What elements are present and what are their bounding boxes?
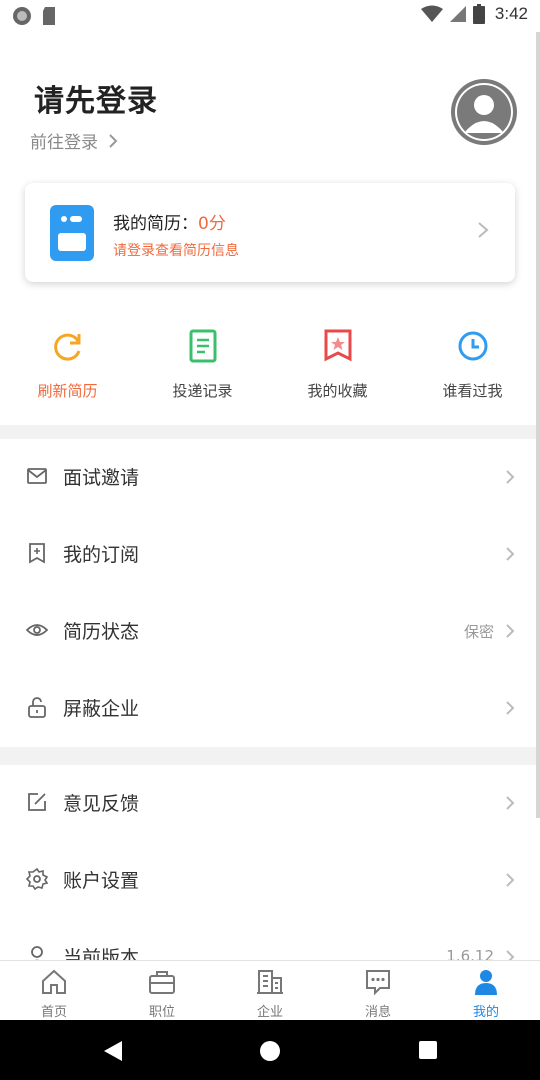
chevron-right-icon [506,873,515,887]
chevron-right-icon [506,624,515,638]
page-title: 请先登录 [34,84,158,119]
recents-icon[interactable] [418,1040,438,1060]
menu-feedback[interactable]: 意见反馈 [0,765,540,842]
menu-label: 面试邀请 [63,467,140,489]
briefcase-icon [149,971,175,994]
menu-label: 账户设置 [63,870,140,892]
tab-label: 我的 [472,1005,499,1020]
sd-card-icon [43,7,55,25]
mail-icon [27,468,47,484]
clock-icon [458,331,487,361]
quick-refresh-resume[interactable]: 刷新简历 [0,326,135,406]
menu-my-subscriptions[interactable]: 我的订阅 [0,516,540,593]
status-bar: 3:42 [0,0,540,32]
record-status-icon [13,7,31,25]
menu-label: 意见反馈 [63,793,140,815]
battery-icon [472,4,485,24]
quick-my-favorites[interactable]: 我的收藏 [270,326,405,406]
menu-label: 屏蔽企业 [63,698,140,720]
quick-label: 刷新简历 [37,382,98,400]
tab-label: 职位 [148,1005,175,1020]
message-icon [366,970,390,996]
tab-label: 企业 [256,1005,283,1020]
person-icon [475,970,497,995]
edit-icon [28,793,46,811]
menu-resume-status[interactable]: 简历状态 保密 [0,593,540,670]
back-icon[interactable] [102,1040,124,1062]
eye-icon [26,624,48,636]
go-login-label: 前往登录 [30,133,98,153]
unlock-icon [28,697,46,718]
signal-icon [449,6,466,22]
resume-card[interactable]: 我的简历：0分 请登录查看简历信息 [25,183,515,282]
resume-subtitle: 请登录查看简历信息 [113,243,239,259]
section-divider [0,747,540,765]
chevron-right-icon [506,796,515,810]
system-nav-bar [0,1020,540,1080]
tab-messages[interactable]: 消息 [324,961,432,1020]
section-divider [0,425,540,439]
chevron-right-icon [506,547,515,561]
bookmark-plus-icon [29,543,45,564]
resume-title-label: 我的简历： [113,214,198,234]
avatar[interactable] [451,79,517,145]
go-login-link[interactable]: 前往登录 [30,128,118,153]
quick-label: 谁看过我 [442,382,503,400]
resume-title: 我的简历：0分 [113,209,226,234]
building-icon [257,970,283,994]
tab-label: 首页 [40,1005,67,1020]
default-avatar-icon [452,80,516,144]
quick-who-viewed-me[interactable]: 谁看过我 [405,326,540,406]
chevron-right-icon [478,222,489,238]
bottom-tab-bar: 首页 职位 企业 消息 我的 [0,960,540,1020]
resume-status-value: 保密 [463,623,494,641]
refresh-icon [53,333,80,361]
tab-jobs[interactable]: 职位 [108,961,216,1020]
menu-account-settings[interactable]: 账户设置 [0,842,540,919]
tab-home[interactable]: 首页 [0,961,108,1020]
menu-label: 我的订阅 [63,544,140,566]
quick-delivery-record[interactable]: 投递记录 [135,326,270,406]
scrollbar[interactable] [536,32,540,818]
tab-label: 消息 [364,1005,391,1020]
chevron-right-icon [109,133,118,148]
chevron-right-icon [506,701,515,715]
quick-actions: 刷新简历 投递记录 我的收藏 谁看过我 [0,326,540,406]
bookmark-star-icon [324,329,351,362]
profile-screen: 3:42 请先登录 前往登录 我的简历：0分 请登录查看简历信息 刷新简历 投递… [0,0,540,1080]
tab-mine[interactable]: 我的 [432,961,540,1020]
document-icon [189,329,216,363]
quick-label: 投递记录 [172,382,233,400]
tab-companies[interactable]: 企业 [216,961,324,1020]
gear-icon [26,868,48,890]
clock: 3:42 [494,4,528,23]
chevron-right-icon [506,470,515,484]
wifi-icon [420,5,443,22]
menu-interview-invites[interactable]: 面试邀请 [0,439,540,516]
resume-icon [50,205,94,261]
home-nav-icon[interactable] [259,1040,281,1062]
quick-label: 我的收藏 [307,382,368,400]
menu-label: 简历状态 [63,621,140,643]
home-icon [42,969,66,994]
menu-block-companies[interactable]: 屏蔽企业 [0,670,540,747]
resume-score: 0分 [198,214,226,234]
